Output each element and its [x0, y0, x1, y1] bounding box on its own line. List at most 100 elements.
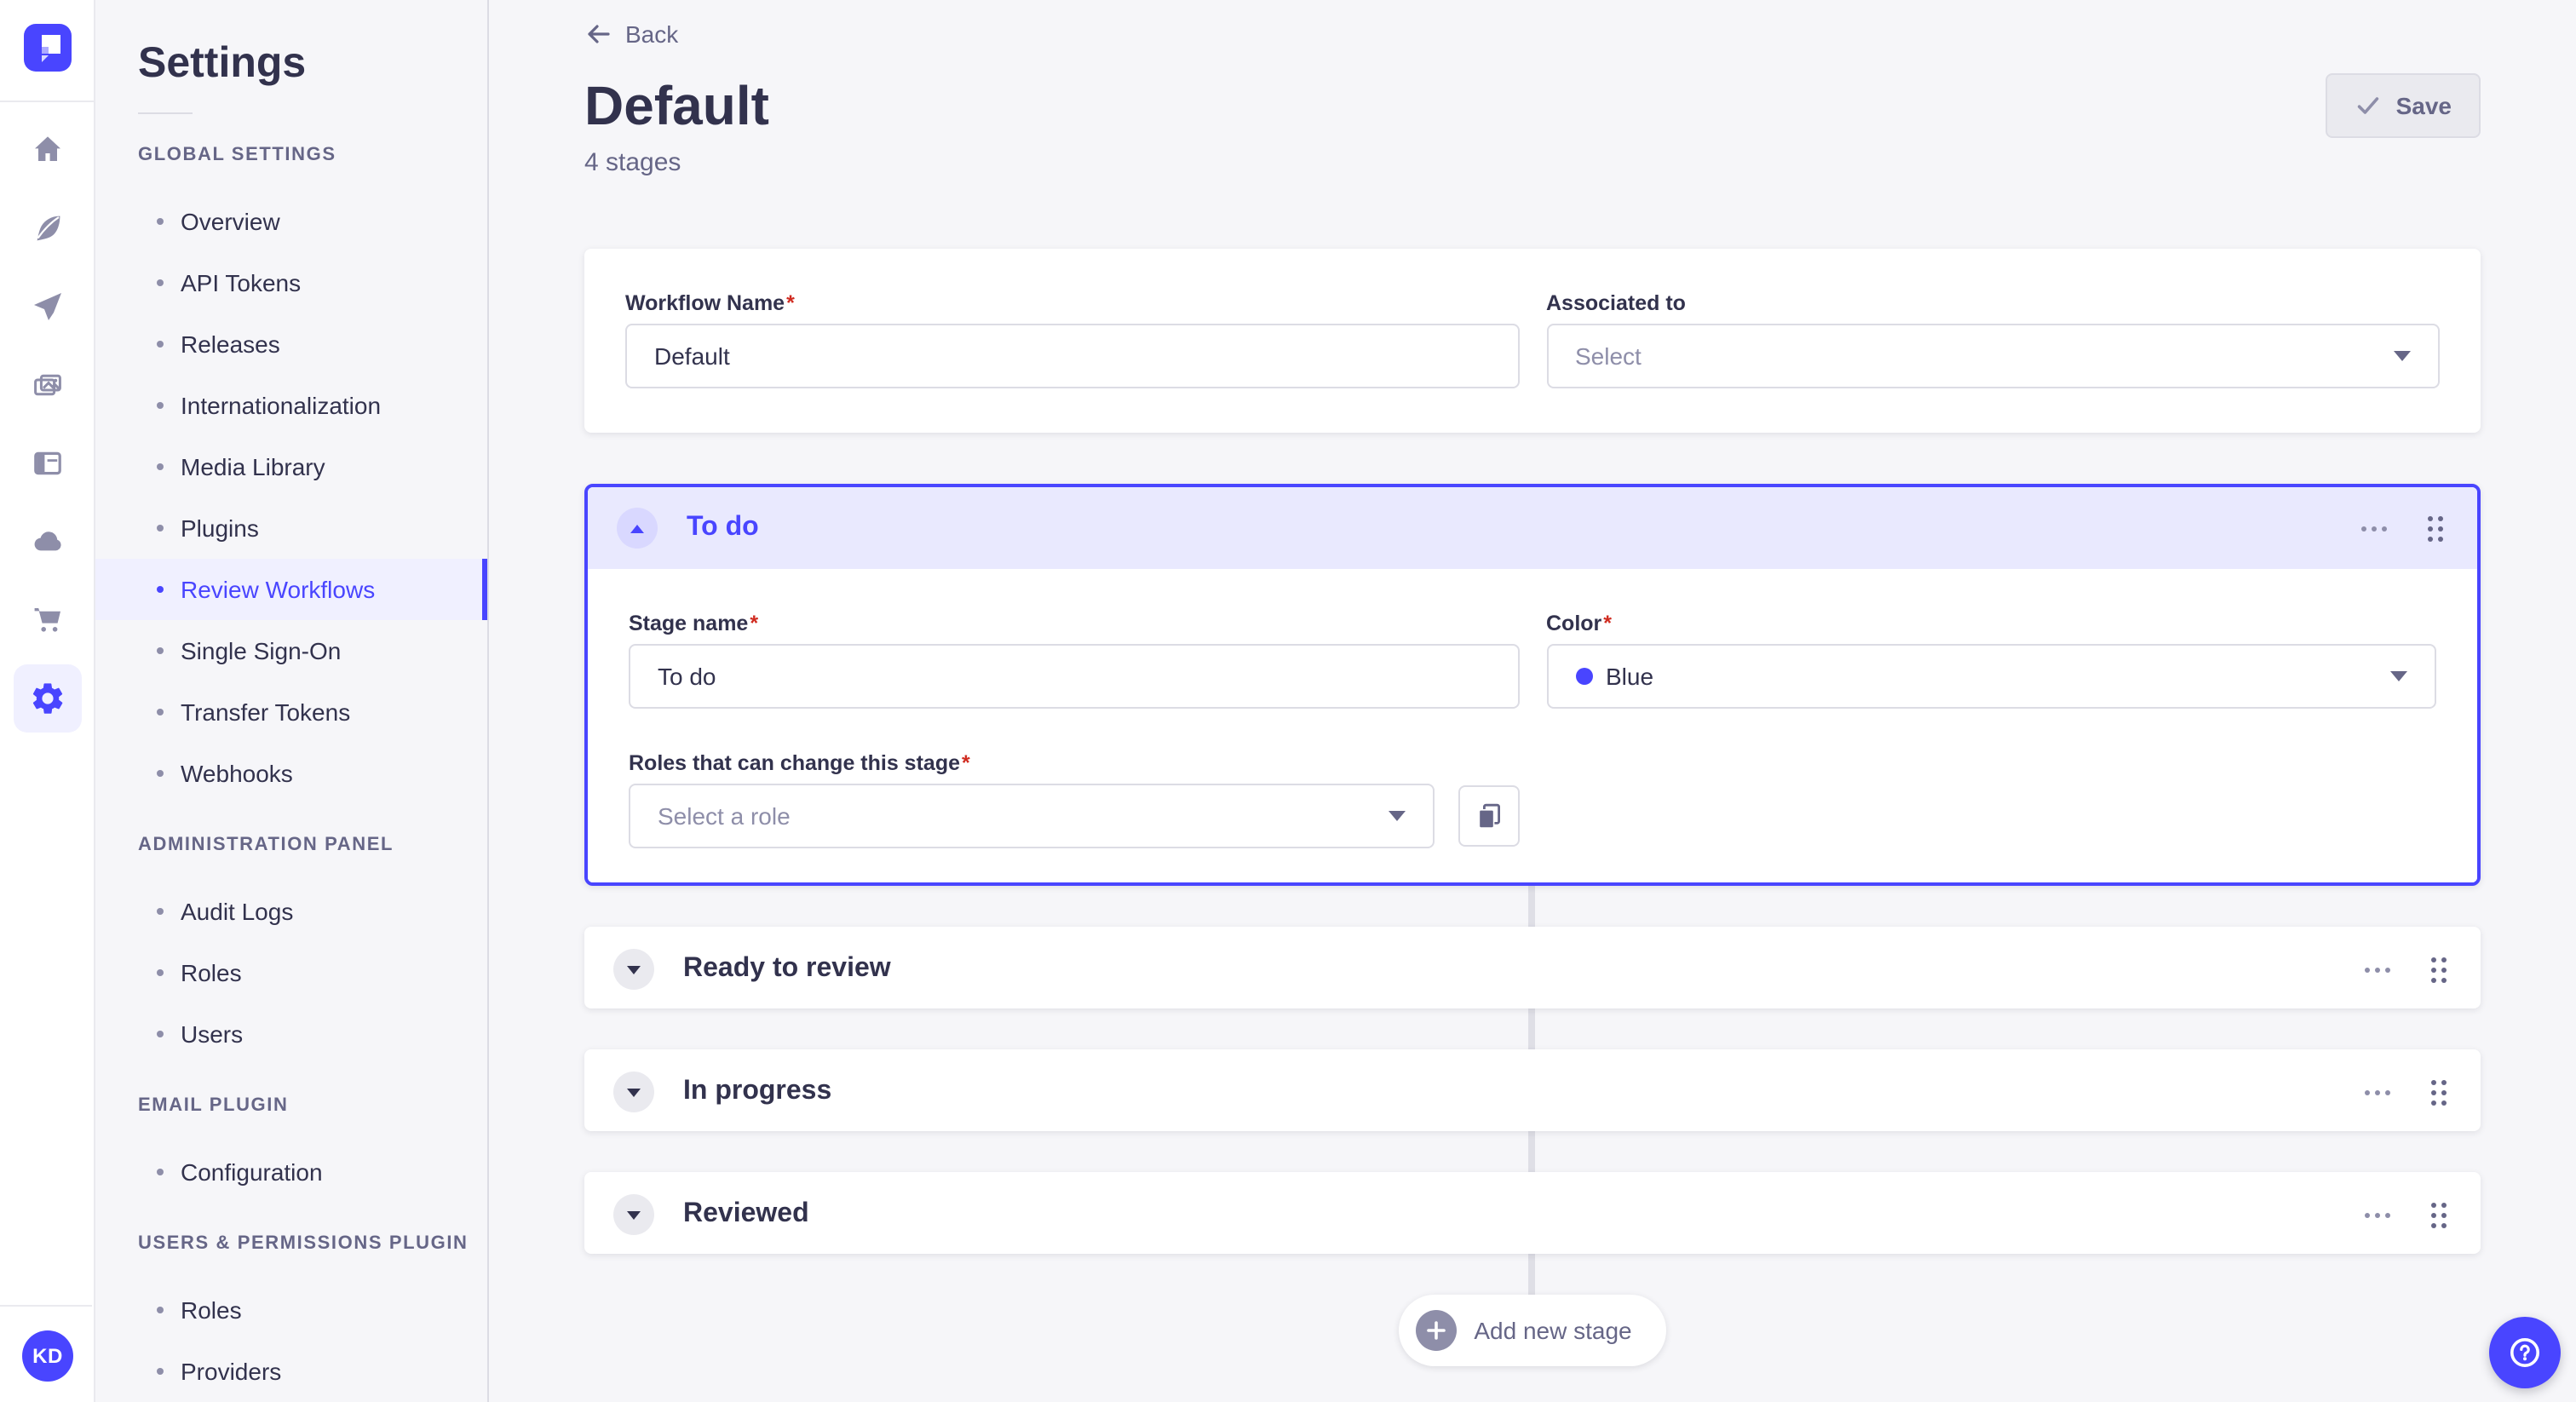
stage-card-in-progress: In progress	[584, 1049, 2481, 1131]
home-icon[interactable]	[13, 116, 81, 184]
chevron-down-icon	[2394, 351, 2411, 361]
bullet-icon	[157, 908, 164, 915]
associated-to-select[interactable]: Select	[1546, 324, 2440, 388]
sidebar-item-plugins[interactable]: Plugins	[95, 497, 487, 559]
section-label: USERS & PERMISSIONS PLUGIN	[138, 1233, 469, 1254]
stage-card-reviewed: Reviewed	[584, 1172, 2481, 1254]
bullet-icon	[157, 770, 164, 777]
duplicate-roles-button[interactable]	[1458, 785, 1519, 847]
sidebar-item-internationalization[interactable]: Internationalization	[95, 375, 487, 436]
sidebar-item-audit-logs[interactable]: Audit Logs	[95, 881, 487, 942]
bullet-icon	[157, 709, 164, 715]
select-placeholder: Select a role	[658, 802, 791, 830]
stage-header[interactable]: To do	[588, 487, 2477, 569]
bullet-icon	[157, 279, 164, 286]
media-icon[interactable]	[13, 351, 81, 419]
stage-title: Reviewed	[683, 1199, 809, 1228]
check-icon	[2358, 97, 2379, 114]
save-button[interactable]: Save	[2326, 73, 2481, 138]
feather-icon[interactable]	[13, 194, 81, 262]
expand-stage-button[interactable]	[613, 949, 654, 990]
sidebar-item-up-roles[interactable]: Roles	[95, 1279, 487, 1341]
associated-to-label: Associated to	[1546, 291, 1686, 315]
add-new-stage-button[interactable]: Add new stage	[1399, 1295, 1666, 1366]
stage-count: 4 stages	[584, 148, 681, 177]
app-rail: KD	[0, 0, 95, 1402]
stage-options-button[interactable]	[2358, 1205, 2397, 1224]
stage-roles-field: Roles that can change this stage * Select…	[629, 750, 1519, 848]
cloud-icon[interactable]	[13, 508, 81, 576]
collapse-stage-button[interactable]	[617, 508, 658, 549]
sidebar-item-configuration[interactable]: Configuration	[95, 1141, 487, 1203]
gear-icon[interactable]	[13, 664, 81, 733]
stage-name-input[interactable]	[629, 644, 1519, 709]
color-swatch	[1575, 668, 1592, 685]
back-link[interactable]: Back	[584, 20, 678, 48]
chevron-down-icon	[627, 1210, 641, 1219]
help-button[interactable]	[2489, 1317, 2561, 1388]
cart-icon[interactable]	[13, 586, 81, 654]
chevron-down-icon	[627, 965, 641, 974]
back-label: Back	[625, 20, 679, 48]
page-title: Default	[584, 75, 769, 136]
stage-options-button[interactable]	[2358, 1083, 2397, 1101]
stage-color-select[interactable]: Blue	[1546, 644, 2436, 709]
stage-header[interactable]: Reviewed	[584, 1172, 2481, 1257]
drag-handle[interactable]	[2424, 1072, 2453, 1112]
workflow-name-label: Workflow Name *	[625, 291, 795, 315]
associated-to-field: Associated to Select	[1546, 290, 2440, 388]
bullet-icon	[157, 1031, 164, 1037]
bullet-icon	[157, 969, 164, 976]
save-label: Save	[2395, 92, 2452, 119]
stage-title: Ready to review	[683, 954, 891, 983]
required-marker: *	[786, 291, 795, 315]
stage-header[interactable]: In progress	[584, 1049, 2481, 1135]
bullet-icon	[157, 1307, 164, 1313]
strapi-logo[interactable]	[23, 24, 71, 72]
sidebar-item-api-tokens[interactable]: API Tokens	[95, 252, 487, 313]
question-mark-icon	[2510, 1338, 2539, 1367]
section-users-permissions-plugin: USERS & PERMISSIONS PLUGIN Roles Provide…	[95, 1233, 487, 1402]
chevron-up-icon	[630, 524, 644, 532]
sidebar-title: Settings	[138, 39, 307, 87]
drag-handle[interactable]	[2424, 1195, 2453, 1234]
stage-options-button[interactable]	[2355, 519, 2394, 537]
bullet-icon	[157, 647, 164, 654]
sidebar-item-transfer-tokens[interactable]: Transfer Tokens	[95, 681, 487, 743]
main-content: Back Default Save 4 stages Workflow Name…	[489, 0, 2576, 1402]
chevron-down-icon	[2390, 671, 2407, 681]
layout-icon[interactable]	[13, 429, 81, 497]
chevron-down-icon	[1388, 811, 1405, 821]
sidebar-item-users[interactable]: Users	[95, 1003, 487, 1065]
section-administration-panel: ADMINISTRATION PANEL Audit Logs Roles Us…	[95, 835, 487, 1065]
sidebar-item-webhooks[interactable]: Webhooks	[95, 743, 487, 804]
avatar[interactable]: KD	[22, 1330, 73, 1382]
stage-header[interactable]: Ready to review	[584, 927, 2481, 1012]
sidebar-item-media-library[interactable]: Media Library	[95, 436, 487, 497]
sidebar-item-providers[interactable]: Providers	[95, 1341, 487, 1402]
stage-name-field: Stage name *	[629, 610, 1519, 709]
section-label: GLOBAL SETTINGS	[138, 145, 336, 165]
section-label: EMAIL PLUGIN	[138, 1095, 289, 1116]
send-icon[interactable]	[13, 273, 81, 341]
bullet-icon	[157, 525, 164, 531]
stage-options-button[interactable]	[2358, 960, 2397, 979]
bullet-icon	[157, 341, 164, 348]
expand-stage-button[interactable]	[613, 1072, 654, 1112]
stage-title: To do	[687, 513, 759, 542]
title-divider	[138, 112, 193, 114]
sidebar-item-admin-roles[interactable]: Roles	[95, 942, 487, 1003]
sidebar-item-single-sign-on[interactable]: Single Sign-On	[95, 620, 487, 681]
sidebar-item-overview[interactable]: Overview	[95, 191, 487, 252]
sidebar-item-review-workflows[interactable]: Review Workflows	[95, 559, 487, 620]
drag-handle[interactable]	[2424, 950, 2453, 989]
workflow-name-input[interactable]	[625, 324, 1519, 388]
stage-roles-select[interactable]: Select a role	[629, 784, 1434, 848]
required-marker: *	[962, 751, 970, 775]
bullet-icon	[157, 463, 164, 470]
sidebar-item-releases[interactable]: Releases	[95, 313, 487, 375]
bullet-icon	[157, 1169, 164, 1175]
stage-color-label: Color *	[1546, 612, 1613, 635]
expand-stage-button[interactable]	[613, 1194, 654, 1235]
drag-handle[interactable]	[2421, 509, 2450, 548]
